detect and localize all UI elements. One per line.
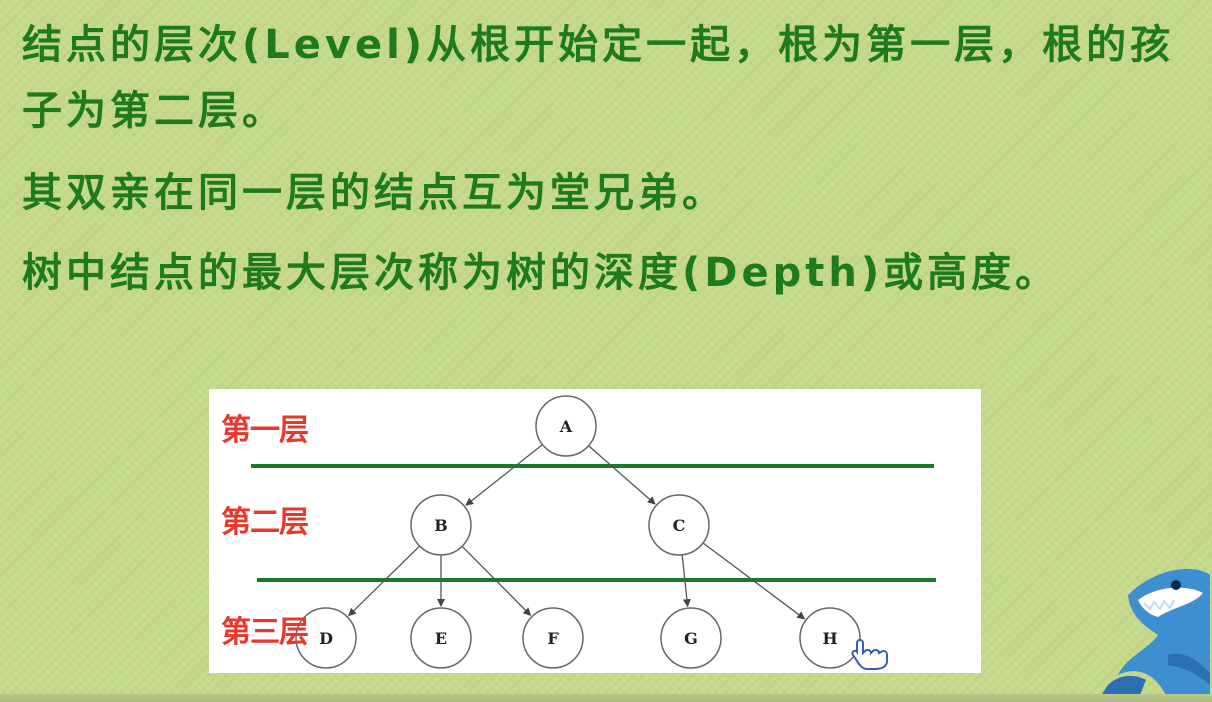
level-label-3: 第三层 — [221, 615, 309, 650]
tree-node-a: A — [535, 395, 597, 457]
hand-pointer-icon — [851, 639, 888, 670]
tree-node-label: G — [684, 629, 698, 648]
tree-node-e: E — [410, 607, 472, 669]
paragraph-depth-definition: 树中结点的最大层次称为树的深度(Depth)或高度。 — [22, 250, 1060, 296]
slide-bottom-bar — [0, 694, 1212, 702]
tree-node-label: B — [434, 516, 448, 535]
tree-node-label: F — [547, 629, 559, 648]
tree-node-label: C — [673, 516, 686, 535]
tree-node-label: E — [435, 629, 447, 648]
level-label-2: 第二层 — [221, 505, 309, 540]
tree-diagram: A B C D E F G H 第一层 第二层 第三层 — [209, 389, 981, 673]
shark-mascot-icon — [1098, 569, 1210, 700]
tree-node-g: G — [660, 607, 722, 669]
tree-node-label: H — [822, 629, 837, 648]
tree-node-label: A — [559, 417, 573, 436]
paragraph-level-definition: 结点的层次(Level)从根开始定一起，根为第一层，根的孩子为第二层。 — [22, 22, 1175, 134]
tree-node-b: B — [410, 494, 472, 556]
tree-edge-a-c — [588, 445, 656, 505]
level-label-1: 第一层 — [221, 413, 309, 448]
tree-node-f: F — [522, 607, 584, 669]
tree-edge-a-b — [465, 444, 543, 506]
tree-node-c: C — [648, 494, 710, 556]
paragraph-cousins-definition: 其双亲在同一层的结点互为堂兄弟。 — [22, 170, 726, 216]
tree-node-label: D — [319, 629, 333, 648]
tree-diagram-canvas: A B C D E F G H — [251, 395, 936, 669]
